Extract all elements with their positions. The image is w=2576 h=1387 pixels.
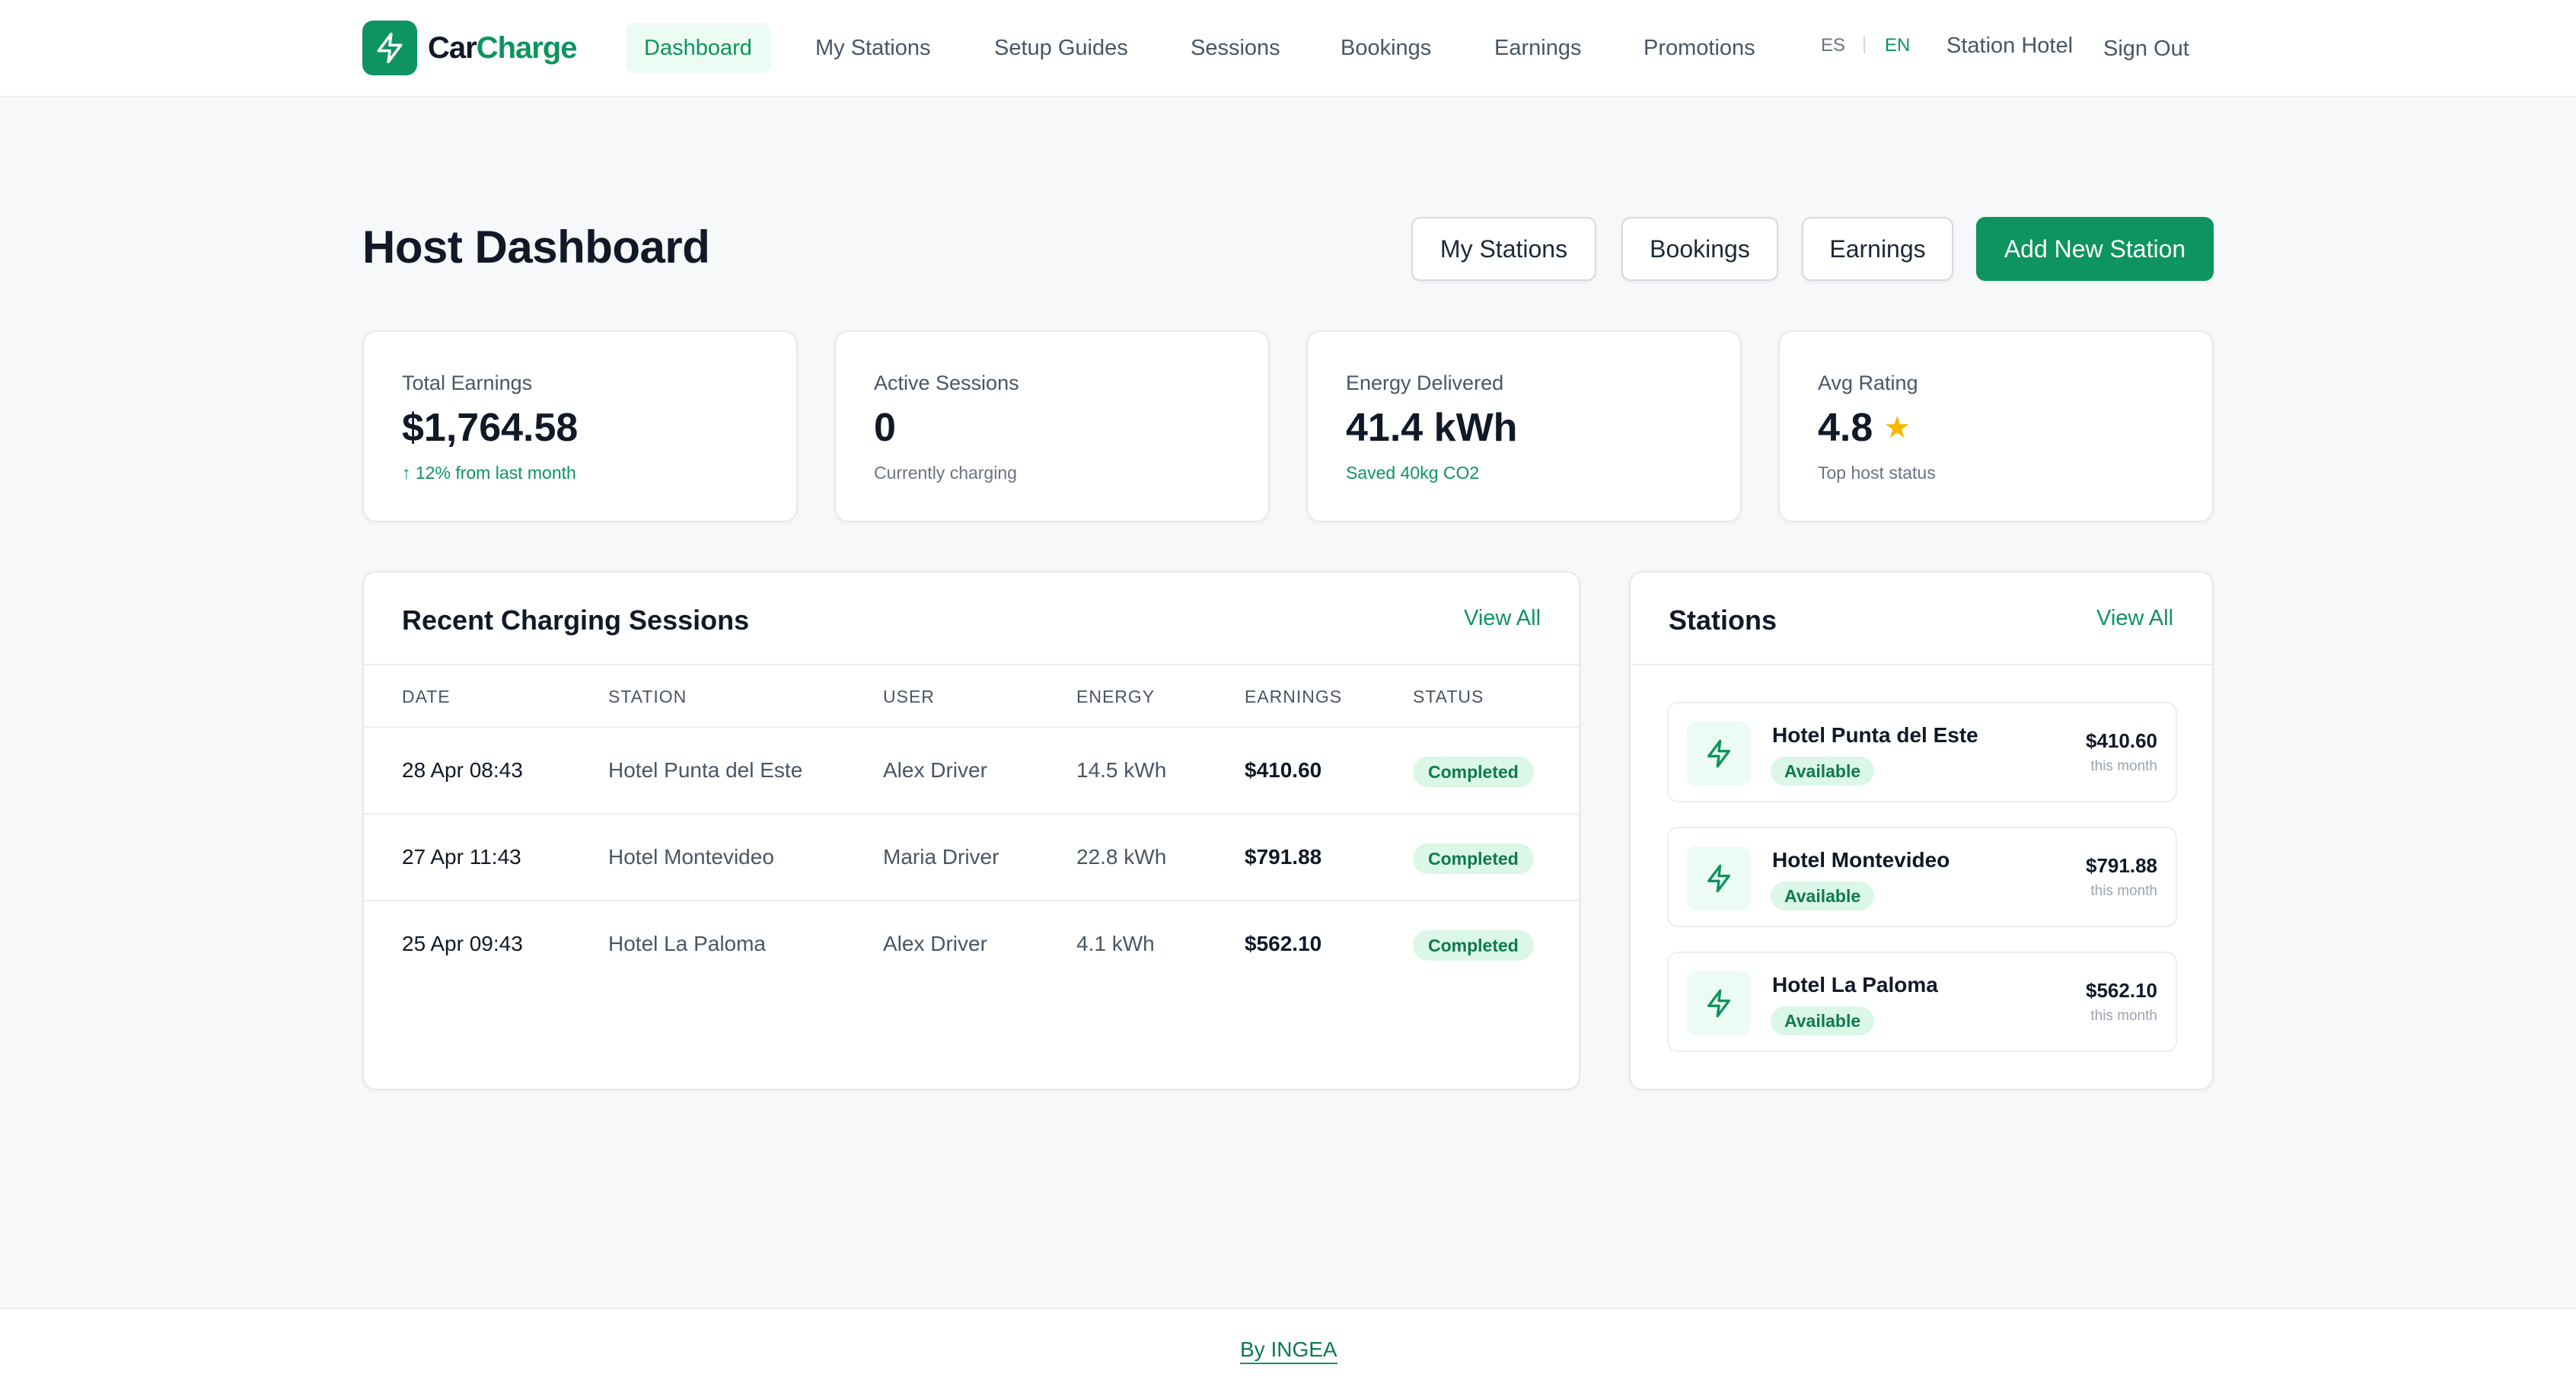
station-earnings: $791.88 <box>2086 854 2157 877</box>
status-badge: Available <box>1771 757 1875 786</box>
status-badge: Completed <box>1413 930 1534 961</box>
cell-date: 27 Apr 11:43 <box>402 845 521 869</box>
cell-energy: 22.8 kWh <box>1076 845 1167 869</box>
column-header-earnings: EARNINGS <box>1245 687 1343 706</box>
station-name: Hotel La Paloma <box>1772 973 1938 996</box>
nav-setup-guides[interactable]: Setup Guides <box>976 23 1146 73</box>
star-icon: ★ <box>1883 411 1911 445</box>
stat-subtext: Currently charging <box>874 463 1017 483</box>
nav-sessions[interactable]: Sessions <box>1172 23 1299 73</box>
status-badge: Available <box>1771 1006 1875 1035</box>
lightning-bolt-icon <box>1687 722 1751 786</box>
stat-card-total-earnings: Total Earnings $1,764.58 ↑ 12% from last… <box>362 330 798 522</box>
station-name: Hotel Punta del Este <box>1772 723 1978 747</box>
status-badge: Completed <box>1413 843 1534 874</box>
station-period: this month <box>2090 1008 2157 1024</box>
lang-separator: | <box>1862 33 1867 54</box>
table-row[interactable]: 27 Apr 11:43 Hotel Montevideo Maria Driv… <box>364 813 1579 900</box>
station-earnings: $562.10 <box>2086 979 2157 1002</box>
column-header-station: STATION <box>608 687 687 706</box>
add-new-station-button[interactable]: Add New Station <box>1976 217 2214 281</box>
column-header-user: USER <box>883 687 935 706</box>
stat-label: Energy Delivered <box>1346 371 1504 394</box>
lang-es[interactable]: ES <box>1821 35 1845 56</box>
brand-logo[interactable]: CarCharge <box>362 21 578 75</box>
user-name: Station Hotel <box>1946 33 2074 58</box>
stat-trend: ↑ 12% from last month <box>402 463 576 483</box>
lightning-bolt-icon <box>1687 971 1751 1035</box>
stat-value: 0 <box>874 406 896 450</box>
brand-name-part1: Car <box>428 30 477 65</box>
recent-sessions-panel: Recent Charging Sessions View All DATE S… <box>362 571 1580 1090</box>
station-period: this month <box>2090 758 2157 774</box>
brand-name-part2: Charge <box>476 30 578 65</box>
table-row[interactable]: 25 Apr 09:43 Hotel La Paloma Alex Driver… <box>364 900 1579 987</box>
cell-user: Alex Driver <box>883 758 987 782</box>
stations-view-all-link[interactable]: View All <box>2096 606 2173 631</box>
footer-ingea-link[interactable]: By INGEA <box>1240 1337 1337 1364</box>
nav-dashboard[interactable]: Dashboard <box>626 23 770 73</box>
stat-label: Active Sessions <box>874 371 1019 394</box>
cell-date: 28 Apr 08:43 <box>402 758 523 782</box>
stat-card-avg-rating: Avg Rating 4.8 ★ Top host status <box>1778 330 2214 522</box>
divider <box>364 664 1579 665</box>
station-card[interactable]: Hotel La Paloma Available $562.10 this m… <box>1667 952 2177 1052</box>
cell-user: Maria Driver <box>883 845 999 869</box>
top-nav: CarCharge Dashboard My Stations Setup Gu… <box>0 0 2576 97</box>
column-header-status: STATUS <box>1413 687 1484 706</box>
my-stations-button[interactable]: My Stations <box>1411 217 1596 281</box>
panel-title: Stations <box>1669 604 1777 636</box>
cell-earnings: $410.60 <box>1245 758 1322 782</box>
cell-earnings: $562.10 <box>1245 932 1322 955</box>
stat-card-active-sessions: Active Sessions 0 Currently charging <box>834 330 1270 522</box>
column-header-date: DATE <box>402 687 451 706</box>
sessions-view-all-link[interactable]: View All <box>1464 606 1541 631</box>
stat-value: 4.8 <box>1818 406 1873 450</box>
status-badge: Available <box>1771 882 1875 910</box>
station-card[interactable]: Hotel Punta del Este Available $410.60 t… <box>1667 702 2177 802</box>
earnings-button[interactable]: Earnings <box>1802 217 1953 281</box>
cell-date: 25 Apr 09:43 <box>402 932 523 955</box>
cell-station: Hotel La Paloma <box>608 932 767 955</box>
nav-promotions[interactable]: Promotions <box>1625 23 1774 73</box>
nav-my-stations[interactable]: My Stations <box>797 23 949 73</box>
sign-out-button[interactable]: Sign Out <box>2103 37 2189 62</box>
cell-station: Hotel Montevideo <box>608 845 774 869</box>
divider <box>1631 664 2212 665</box>
cell-user: Alex Driver <box>883 932 987 955</box>
nav-bookings[interactable]: Bookings <box>1322 23 1449 73</box>
lang-en[interactable]: EN <box>1885 35 1910 56</box>
stat-subtext: Saved 40kg CO2 <box>1346 463 1480 483</box>
lightning-bolt-icon <box>1687 847 1751 910</box>
status-badge: Completed <box>1413 757 1534 787</box>
bookings-button[interactable]: Bookings <box>1621 217 1778 281</box>
stat-value: 41.4 kWh <box>1346 406 1518 450</box>
page-title: Host Dashboard <box>362 222 710 273</box>
cell-energy: 14.5 kWh <box>1076 758 1167 782</box>
footer: By INGEA <box>0 1308 2576 1387</box>
cell-energy: 4.1 kWh <box>1076 932 1155 955</box>
table-row[interactable]: 28 Apr 08:43 Hotel Punta del Este Alex D… <box>364 726 1579 813</box>
station-card[interactable]: Hotel Montevideo Available $791.88 this … <box>1667 827 2177 927</box>
nav-earnings[interactable]: Earnings <box>1476 23 1599 73</box>
lightning-bolt-icon <box>362 21 417 75</box>
stat-card-energy-delivered: Energy Delivered 41.4 kWh Saved 40kg CO2 <box>1306 330 1742 522</box>
cell-station: Hotel Punta del Este <box>608 758 803 782</box>
brand-name: CarCharge <box>428 30 578 65</box>
stat-label: Total Earnings <box>402 371 533 394</box>
station-period: this month <box>2090 883 2157 899</box>
stations-panel: Stations View All Hotel Punta del Este A… <box>1629 571 2214 1090</box>
station-earnings: $410.60 <box>2086 729 2157 752</box>
cell-earnings: $791.88 <box>1245 845 1322 869</box>
stat-label: Avg Rating <box>1818 371 1918 394</box>
stat-value: $1,764.58 <box>402 406 579 450</box>
station-name: Hotel Montevideo <box>1772 848 1950 872</box>
stat-value-row: 4.8 ★ <box>1818 405 1911 451</box>
column-header-energy: ENERGY <box>1076 687 1156 706</box>
panel-title: Recent Charging Sessions <box>402 604 750 636</box>
stat-subtext: Top host status <box>1818 463 1936 483</box>
